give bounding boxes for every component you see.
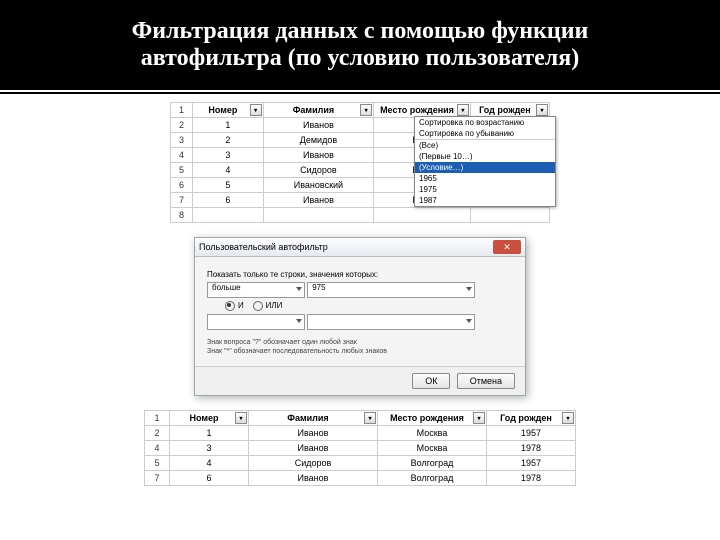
row-number: 4 <box>171 148 193 163</box>
radio-or[interactable] <box>253 301 263 311</box>
cell-surname <box>263 208 374 223</box>
col-header-birthplace[interactable]: Место рождения▾ <box>378 411 487 426</box>
dropdown-item[interactable]: 1965 <box>415 173 555 184</box>
cell-surname: Иванов <box>249 471 378 486</box>
cell-birthplace: Москва <box>378 441 487 456</box>
row-number: 8 <box>171 208 193 223</box>
cell-birthplace: Волгоград <box>378 471 487 486</box>
cell-surname: Иванов <box>263 148 374 163</box>
cell-number: 1 <box>193 118 264 133</box>
slide-title: Фильтрация данных с помощью функции авто… <box>0 0 720 90</box>
cell-birthyear <box>470 208 549 223</box>
row-number: 6 <box>171 178 193 193</box>
rownum-header: 1 <box>171 103 193 118</box>
operator-1-select[interactable]: больше <box>207 282 305 298</box>
cell-surname: Иванов <box>249 441 378 456</box>
cell-birthyear: 1978 <box>487 471 576 486</box>
dropdown-item[interactable]: 1975 <box>415 184 555 195</box>
cell-number: 3 <box>170 441 249 456</box>
operator-2-select[interactable] <box>207 314 305 330</box>
row-number: 5 <box>171 163 193 178</box>
col-header-birthyear[interactable]: Год рожден▾ <box>487 411 576 426</box>
col-header-surname[interactable]: Фамилия▾ <box>249 411 378 426</box>
radio-or-label: ИЛИ <box>266 301 283 310</box>
cell-number: 6 <box>170 471 249 486</box>
value-1-select[interactable]: 975 <box>307 282 475 298</box>
cell-number: 2 <box>193 133 264 148</box>
cell-birthplace: Волгоград <box>378 456 487 471</box>
autofilter-dropdown[interactable]: Сортировка по возрастаниюСортировка по у… <box>414 116 556 207</box>
cell-number: 5 <box>193 178 264 193</box>
radio-and-label: И <box>238 301 244 310</box>
cell-number: 4 <box>193 163 264 178</box>
cell-birthplace: Москва <box>378 426 487 441</box>
filter-dropdown-icon[interactable]: ▾ <box>562 412 574 424</box>
radio-and[interactable] <box>225 301 235 311</box>
dialog-hint: Знак вопроса "?" обозначает один любой з… <box>207 338 513 356</box>
dropdown-item[interactable]: Сортировка по возрастанию <box>415 117 555 128</box>
rownum-header: 1 <box>145 411 170 426</box>
filter-dropdown-icon[interactable]: ▾ <box>360 104 372 116</box>
filter-dropdown-icon[interactable]: ▾ <box>473 412 485 424</box>
dropdown-item[interactable]: (Условие…) <box>415 162 555 173</box>
table-row: 8 <box>171 208 550 223</box>
table-after-filter: 1 Номер▾ Фамилия▾ Место рождения▾ Год ро… <box>144 410 576 486</box>
filter-dropdown-icon[interactable]: ▾ <box>364 412 376 424</box>
cell-surname: Сидоров <box>263 163 374 178</box>
dialog-titlebar: Пользовательский автофильтр ✕ <box>195 238 525 257</box>
cancel-button[interactable]: Отмена <box>457 373 515 389</box>
filter-dropdown-icon[interactable]: ▾ <box>536 104 548 116</box>
row-number: 2 <box>171 118 193 133</box>
table-row: 54СидоровВолгоград1957 <box>145 456 576 471</box>
row-number: 4 <box>145 441 170 456</box>
dialog-footer: ОК Отмена <box>195 366 525 395</box>
cell-surname: Иванов <box>263 193 374 208</box>
table-row: 76ИвановВолгоград1978 <box>145 471 576 486</box>
cell-birthyear: 1978 <box>487 441 576 456</box>
dropdown-item[interactable]: Сортировка по убыванию <box>415 128 555 139</box>
close-icon[interactable]: ✕ <box>493 240 521 254</box>
table-row: 21ИвановМосква1957 <box>145 426 576 441</box>
cell-number: 6 <box>193 193 264 208</box>
cell-surname: Иванов <box>263 118 374 133</box>
row-number: 5 <box>145 456 170 471</box>
row-number: 7 <box>171 193 193 208</box>
cell-number: 3 <box>193 148 264 163</box>
ok-button[interactable]: ОК <box>412 373 450 389</box>
cell-number <box>193 208 264 223</box>
cell-birthyear: 1957 <box>487 456 576 471</box>
row-number: 3 <box>171 133 193 148</box>
filter-dropdown-icon[interactable]: ▾ <box>250 104 262 116</box>
cell-number: 4 <box>170 456 249 471</box>
dropdown-item[interactable]: 1987 <box>415 195 555 206</box>
value-2-select[interactable] <box>307 314 475 330</box>
dialog-title-text: Пользовательский автофильтр <box>199 242 328 252</box>
dropdown-item[interactable]: (Все) <box>415 140 555 151</box>
table-before-filter-wrap: 1 Номер▾ Фамилия▾ Место рождения▾ Год ро… <box>170 102 550 223</box>
horizontal-rule <box>0 92 720 94</box>
cell-surname: Сидоров <box>249 456 378 471</box>
cell-birthyear: 1957 <box>487 426 576 441</box>
title-line-1: Фильтрация данных с помощью функции <box>132 18 589 44</box>
cell-surname: Демидов <box>263 133 374 148</box>
cell-surname: Ивановский <box>263 178 374 193</box>
cell-birthplace <box>374 208 471 223</box>
dialog-body: Показать только те строки, значения кото… <box>195 257 525 366</box>
filter-dropdown-icon[interactable]: ▾ <box>457 104 469 116</box>
dropdown-item[interactable]: (Первые 10…) <box>415 151 555 162</box>
col-header-number[interactable]: Номер▾ <box>170 411 249 426</box>
table-row: 43ИвановМосква1978 <box>145 441 576 456</box>
col-header-number[interactable]: Номер▾ <box>193 103 264 118</box>
custom-autofilter-dialog: Пользовательский автофильтр ✕ Показать т… <box>194 237 526 396</box>
col-header-surname[interactable]: Фамилия▾ <box>263 103 374 118</box>
row-number: 7 <box>145 471 170 486</box>
title-line-2: автофильтра (по условию пользователя) <box>141 45 579 71</box>
row-number: 2 <box>145 426 170 441</box>
cell-number: 1 <box>170 426 249 441</box>
cell-surname: Иванов <box>249 426 378 441</box>
filter-dropdown-icon[interactable]: ▾ <box>235 412 247 424</box>
dialog-subtitle: Показать только те строки, значения кото… <box>207 270 513 279</box>
